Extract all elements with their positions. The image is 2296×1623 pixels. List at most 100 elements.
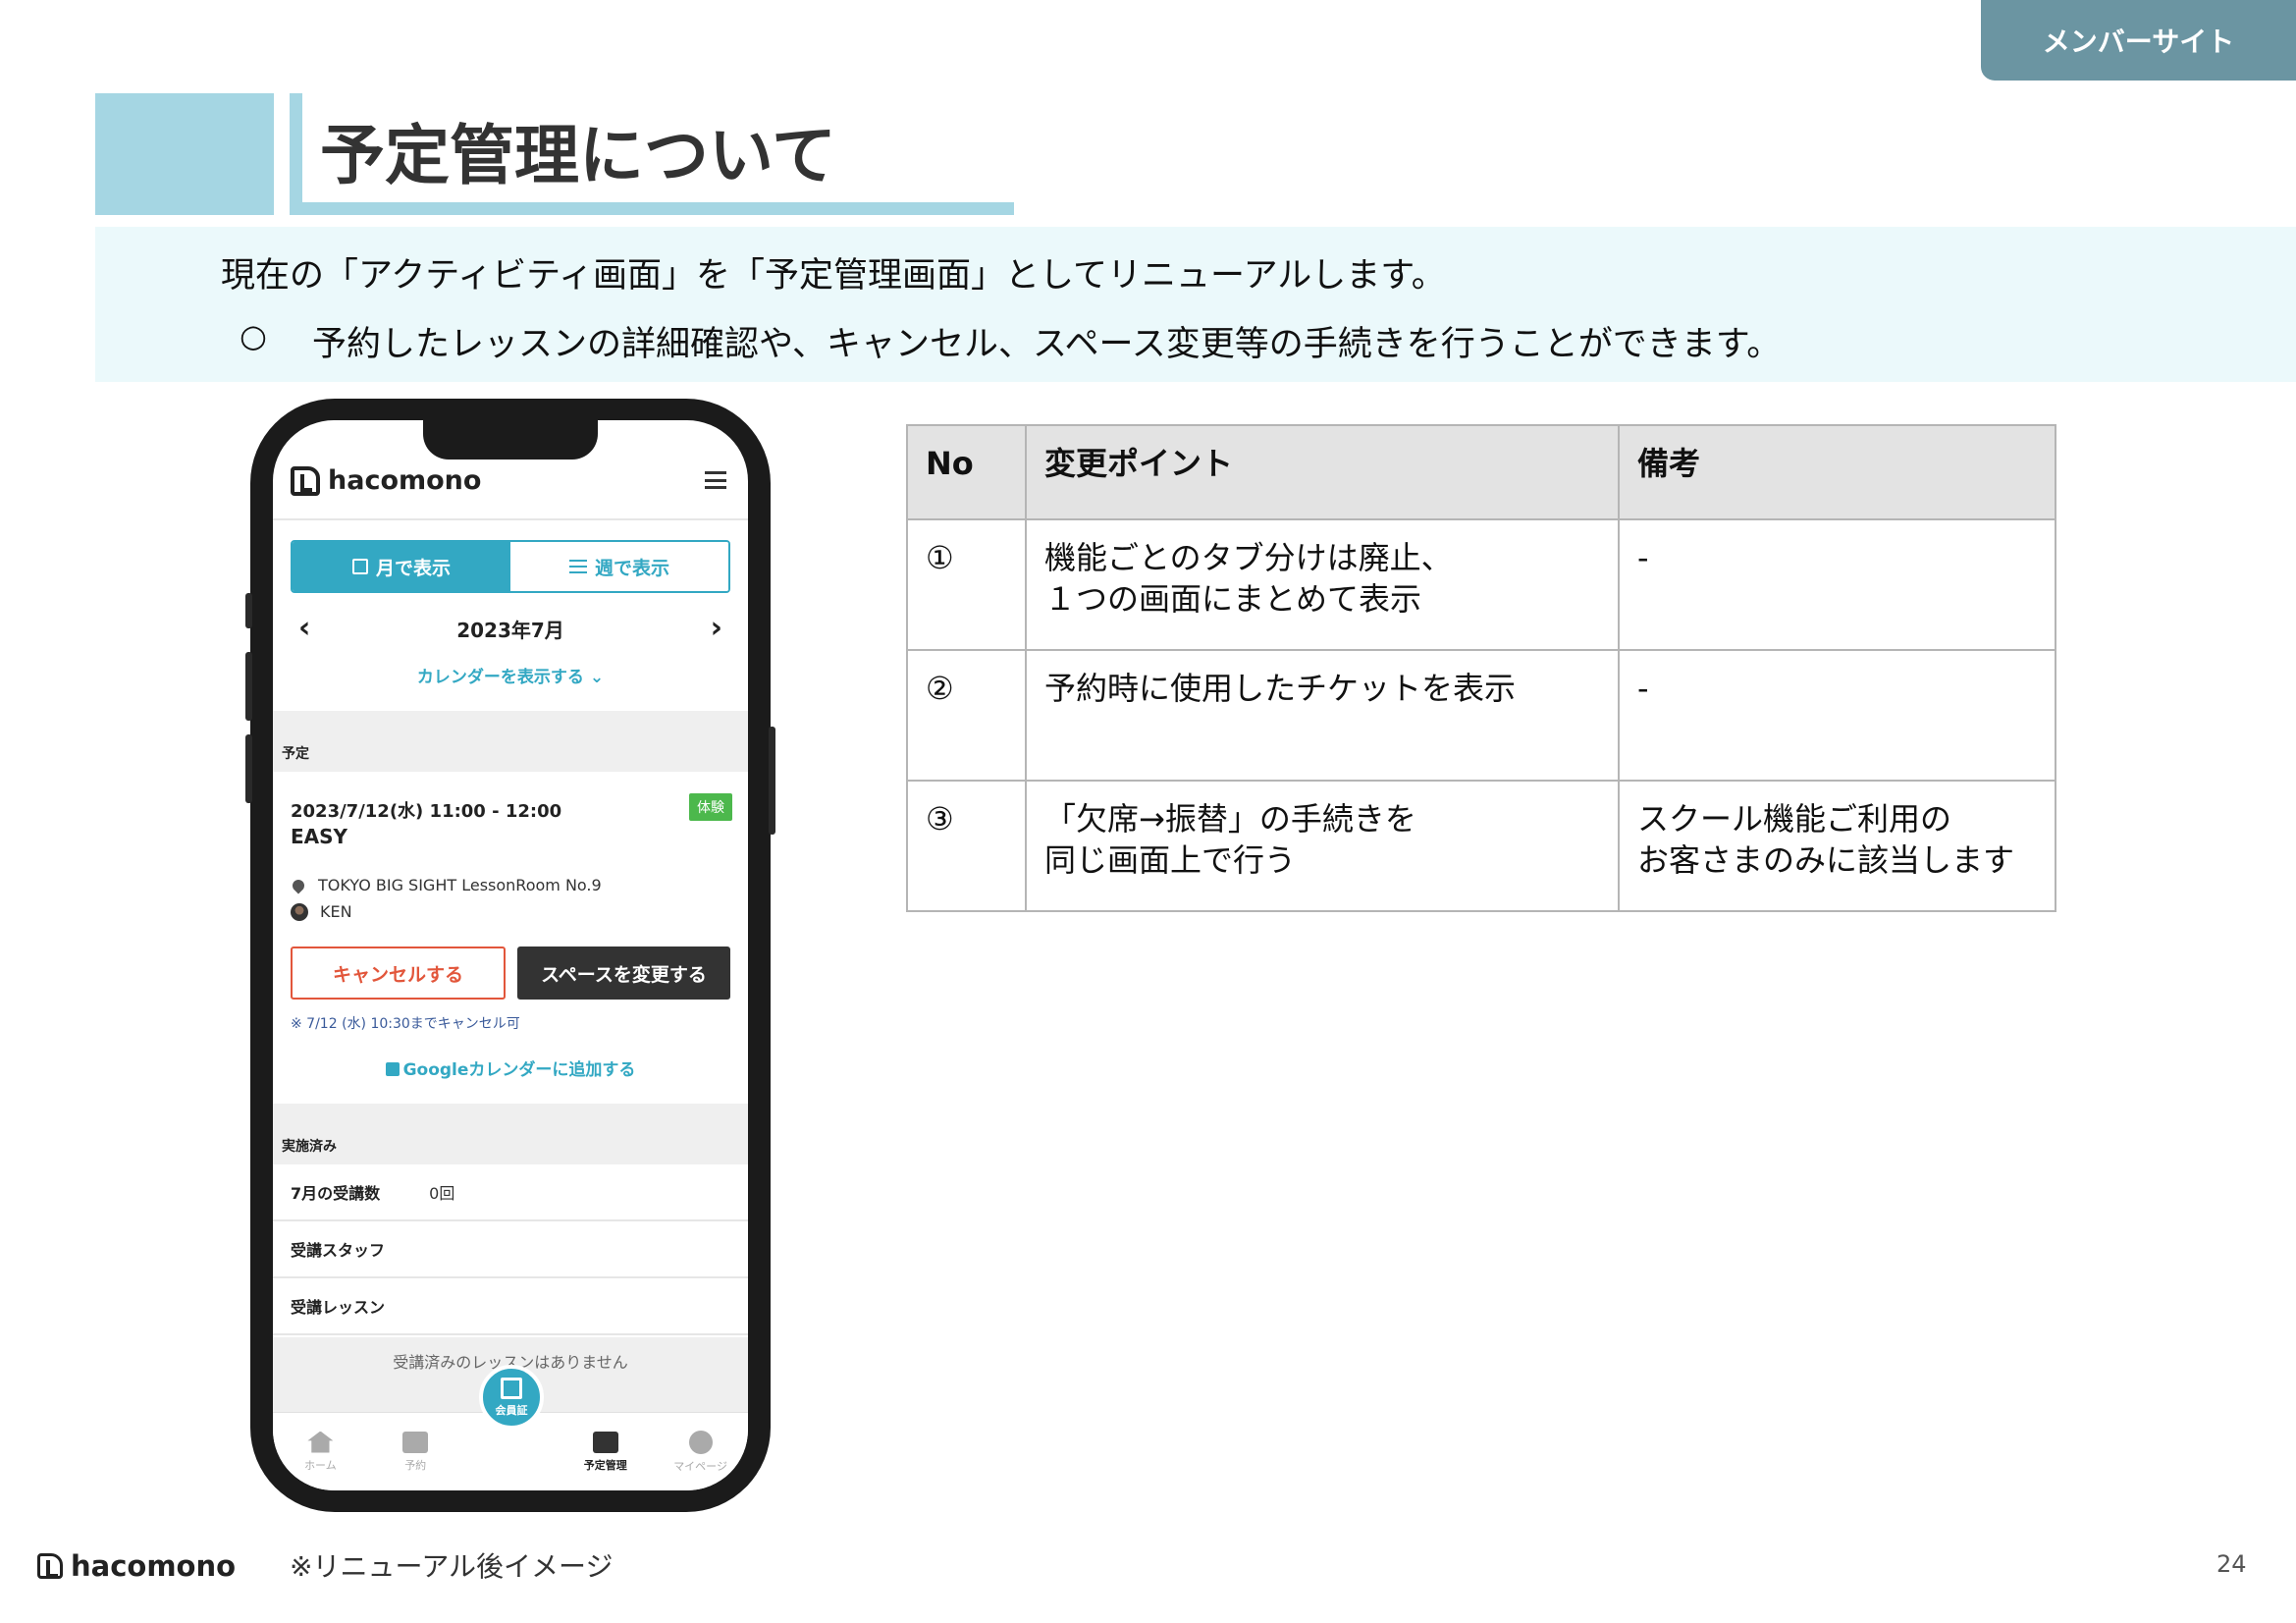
trial-badge: 体験 [689, 793, 732, 821]
note-line: - [1637, 670, 1649, 707]
member-card-button[interactable]: 会員証 [479, 1365, 544, 1430]
change-space-button[interactable]: スペースを変更する [517, 947, 730, 1000]
table-row: ③ 「欠席→振替」の手続きを 同じ画面上で行う スクール機能ご利用の お客さまのみに… [906, 780, 2056, 912]
home-icon [307, 1431, 334, 1453]
intro-subtext: 予約したレッスンの詳細確認や、キャンセル、スペース変更等の手続きを行うことができ… [312, 325, 1782, 364]
event-location: TOKYO BIG SIGHT LessonRoom No.9 [290, 876, 602, 894]
member-site-tab: メンバーサイト [1981, 0, 2296, 81]
cell-no: ① [906, 518, 1027, 651]
hacomono-logo-icon [37, 1553, 63, 1579]
hacomono-logo-icon [291, 465, 320, 496]
divider [273, 518, 748, 520]
cancel-deadline-note: ※ 7/12 (水) 10:30までキャンセル可 [291, 1016, 520, 1032]
member-card-label: 会員証 [495, 1403, 528, 1417]
cell-note: スクール機能ご利用の お客さまのみに該当します [1618, 780, 2056, 912]
phone-notch [423, 420, 598, 460]
cell-note: - [1618, 518, 2056, 651]
user-icon [688, 1430, 713, 1454]
header-note: 備考 [1618, 424, 2056, 520]
month-label: 2023年7月 [456, 618, 564, 642]
lessons-row[interactable]: 受講レッスン [273, 1278, 748, 1335]
tab-reserve[interactable]: 予約 [368, 1413, 463, 1490]
location-pin-icon [290, 877, 307, 893]
month-navigation: ‹ 2023年7月 › [291, 609, 730, 648]
chevron-left-icon[interactable]: ‹ [291, 614, 318, 643]
table-header-row: No 変更ポイント 備考 [906, 424, 2056, 520]
title-accent-bar [290, 93, 302, 215]
phone-button [245, 652, 252, 721]
phone-button [245, 593, 252, 628]
intro-text: 現在の「アクティビティ画面」を「予定管理画面」としてリニューアルします。 [221, 256, 1446, 296]
phone-screen: hacomono 月で表示 週で表示 ‹ 2023年7月 › カレンダーを表示す… [273, 420, 748, 1490]
calendar-plus-icon [385, 1062, 400, 1076]
staff-row-label: 受講スタッフ [291, 1241, 386, 1260]
tab-home-label: ホーム [304, 1458, 337, 1472]
intro-bullet: ○ [240, 317, 267, 354]
staff-row[interactable]: 受講スタッフ [273, 1221, 748, 1278]
list-icon [568, 560, 587, 573]
calendar-icon [402, 1431, 429, 1453]
note-line: お客さまのみに該当します [1637, 840, 2015, 879]
cell-point: 予約時に使用したチケットを表示 [1025, 649, 1620, 782]
view-toggle: 月で表示 週で表示 [291, 540, 730, 593]
hamburger-menu-icon[interactable] [705, 471, 726, 489]
week-view-label: 週で表示 [594, 557, 669, 579]
qr-code-icon [501, 1377, 522, 1399]
footer-note: ※リニューアル後イメージ [290, 1550, 614, 1583]
app-brand: hacomono [328, 465, 482, 496]
phone-button [245, 734, 252, 803]
page-number: 24 [2216, 1550, 2247, 1578]
point-line: １つの画面にまとめて表示 [1044, 579, 1422, 618]
cell-point: 機能ごとのタブ分けは廃止、 １つの画面にまとめて表示 [1025, 518, 1620, 651]
note-line: スクール機能ご利用の [1637, 800, 1952, 838]
event-name: EASY [291, 825, 348, 848]
point-line: 「欠席→振替」の手続きを [1044, 800, 1416, 838]
staff-name: KEN [320, 902, 352, 921]
month-view-button[interactable]: 月で表示 [293, 542, 510, 591]
cell-no: ② [906, 649, 1027, 782]
header-no: No [906, 424, 1027, 520]
show-calendar-link[interactable]: カレンダーを表示する ⌄ [273, 663, 748, 687]
lesson-count-row: 7月の受講数 0回 [273, 1164, 748, 1221]
title-accent-block [95, 93, 274, 215]
tab-mypage-label: マイページ [673, 1459, 727, 1473]
calendar-icon [351, 559, 368, 574]
lesson-count-label: 7月の受講数 [291, 1184, 381, 1203]
header-point: 変更ポイント [1025, 424, 1620, 520]
cancel-button[interactable]: キャンセルする [291, 947, 506, 1000]
lessons-row-label: 受講レッスン [291, 1298, 386, 1317]
title-underline [290, 202, 1014, 215]
section-header-upcoming [273, 711, 748, 772]
table-row: ① 機能ごとのタブ分けは廃止、 １つの画面にまとめて表示 - [906, 518, 2056, 651]
event-staff: KEN [291, 902, 352, 921]
cell-no: ③ [906, 780, 1027, 912]
change-points-table: No 変更ポイント 備考 ① 機能ごとのタブ分けは廃止、 １つの画面にまとめて表示… [906, 424, 2056, 912]
phone-button [769, 727, 775, 835]
tab-reserve-label: 予約 [404, 1458, 427, 1472]
tab-schedule-label: 予定管理 [583, 1458, 627, 1472]
point-line: 機能ごとのタブ分けは廃止、 [1044, 539, 1453, 576]
tab-home[interactable]: ホーム [273, 1413, 368, 1490]
staff-avatar [291, 902, 308, 921]
section-header-done [273, 1104, 748, 1164]
event-time: 2023/7/12(水) 11:00 - 12:00 [291, 801, 562, 822]
week-view-button[interactable]: 週で表示 [510, 542, 728, 591]
page-title: 予定管理について [320, 118, 837, 193]
section-label-upcoming: 予定 [282, 746, 309, 762]
app-logo[interactable]: hacomono [291, 465, 481, 496]
add-google-calendar-link[interactable]: Googleカレンダーに追加する [273, 1055, 748, 1080]
footer-logo: hacomono [37, 1549, 236, 1583]
cell-point: 「欠席→振替」の手続きを 同じ画面上で行う [1025, 780, 1620, 912]
table-row: ② 予約時に使用したチケットを表示 - [906, 649, 2056, 782]
list-icon [592, 1431, 618, 1453]
chevron-right-icon[interactable]: › [703, 614, 730, 643]
location-text: TOKYO BIG SIGHT LessonRoom No.9 [318, 876, 602, 894]
point-line: 予約時に使用したチケットを表示 [1044, 670, 1517, 707]
cell-note: - [1618, 649, 2056, 782]
month-view-label: 月で表示 [375, 557, 451, 579]
lesson-count-value: 0回 [429, 1184, 455, 1203]
tab-schedule[interactable]: 予定管理 [558, 1413, 653, 1490]
note-line: - [1637, 539, 1649, 576]
point-line: 同じ画面上で行う [1044, 840, 1297, 879]
tab-mypage[interactable]: マイページ [653, 1413, 748, 1490]
